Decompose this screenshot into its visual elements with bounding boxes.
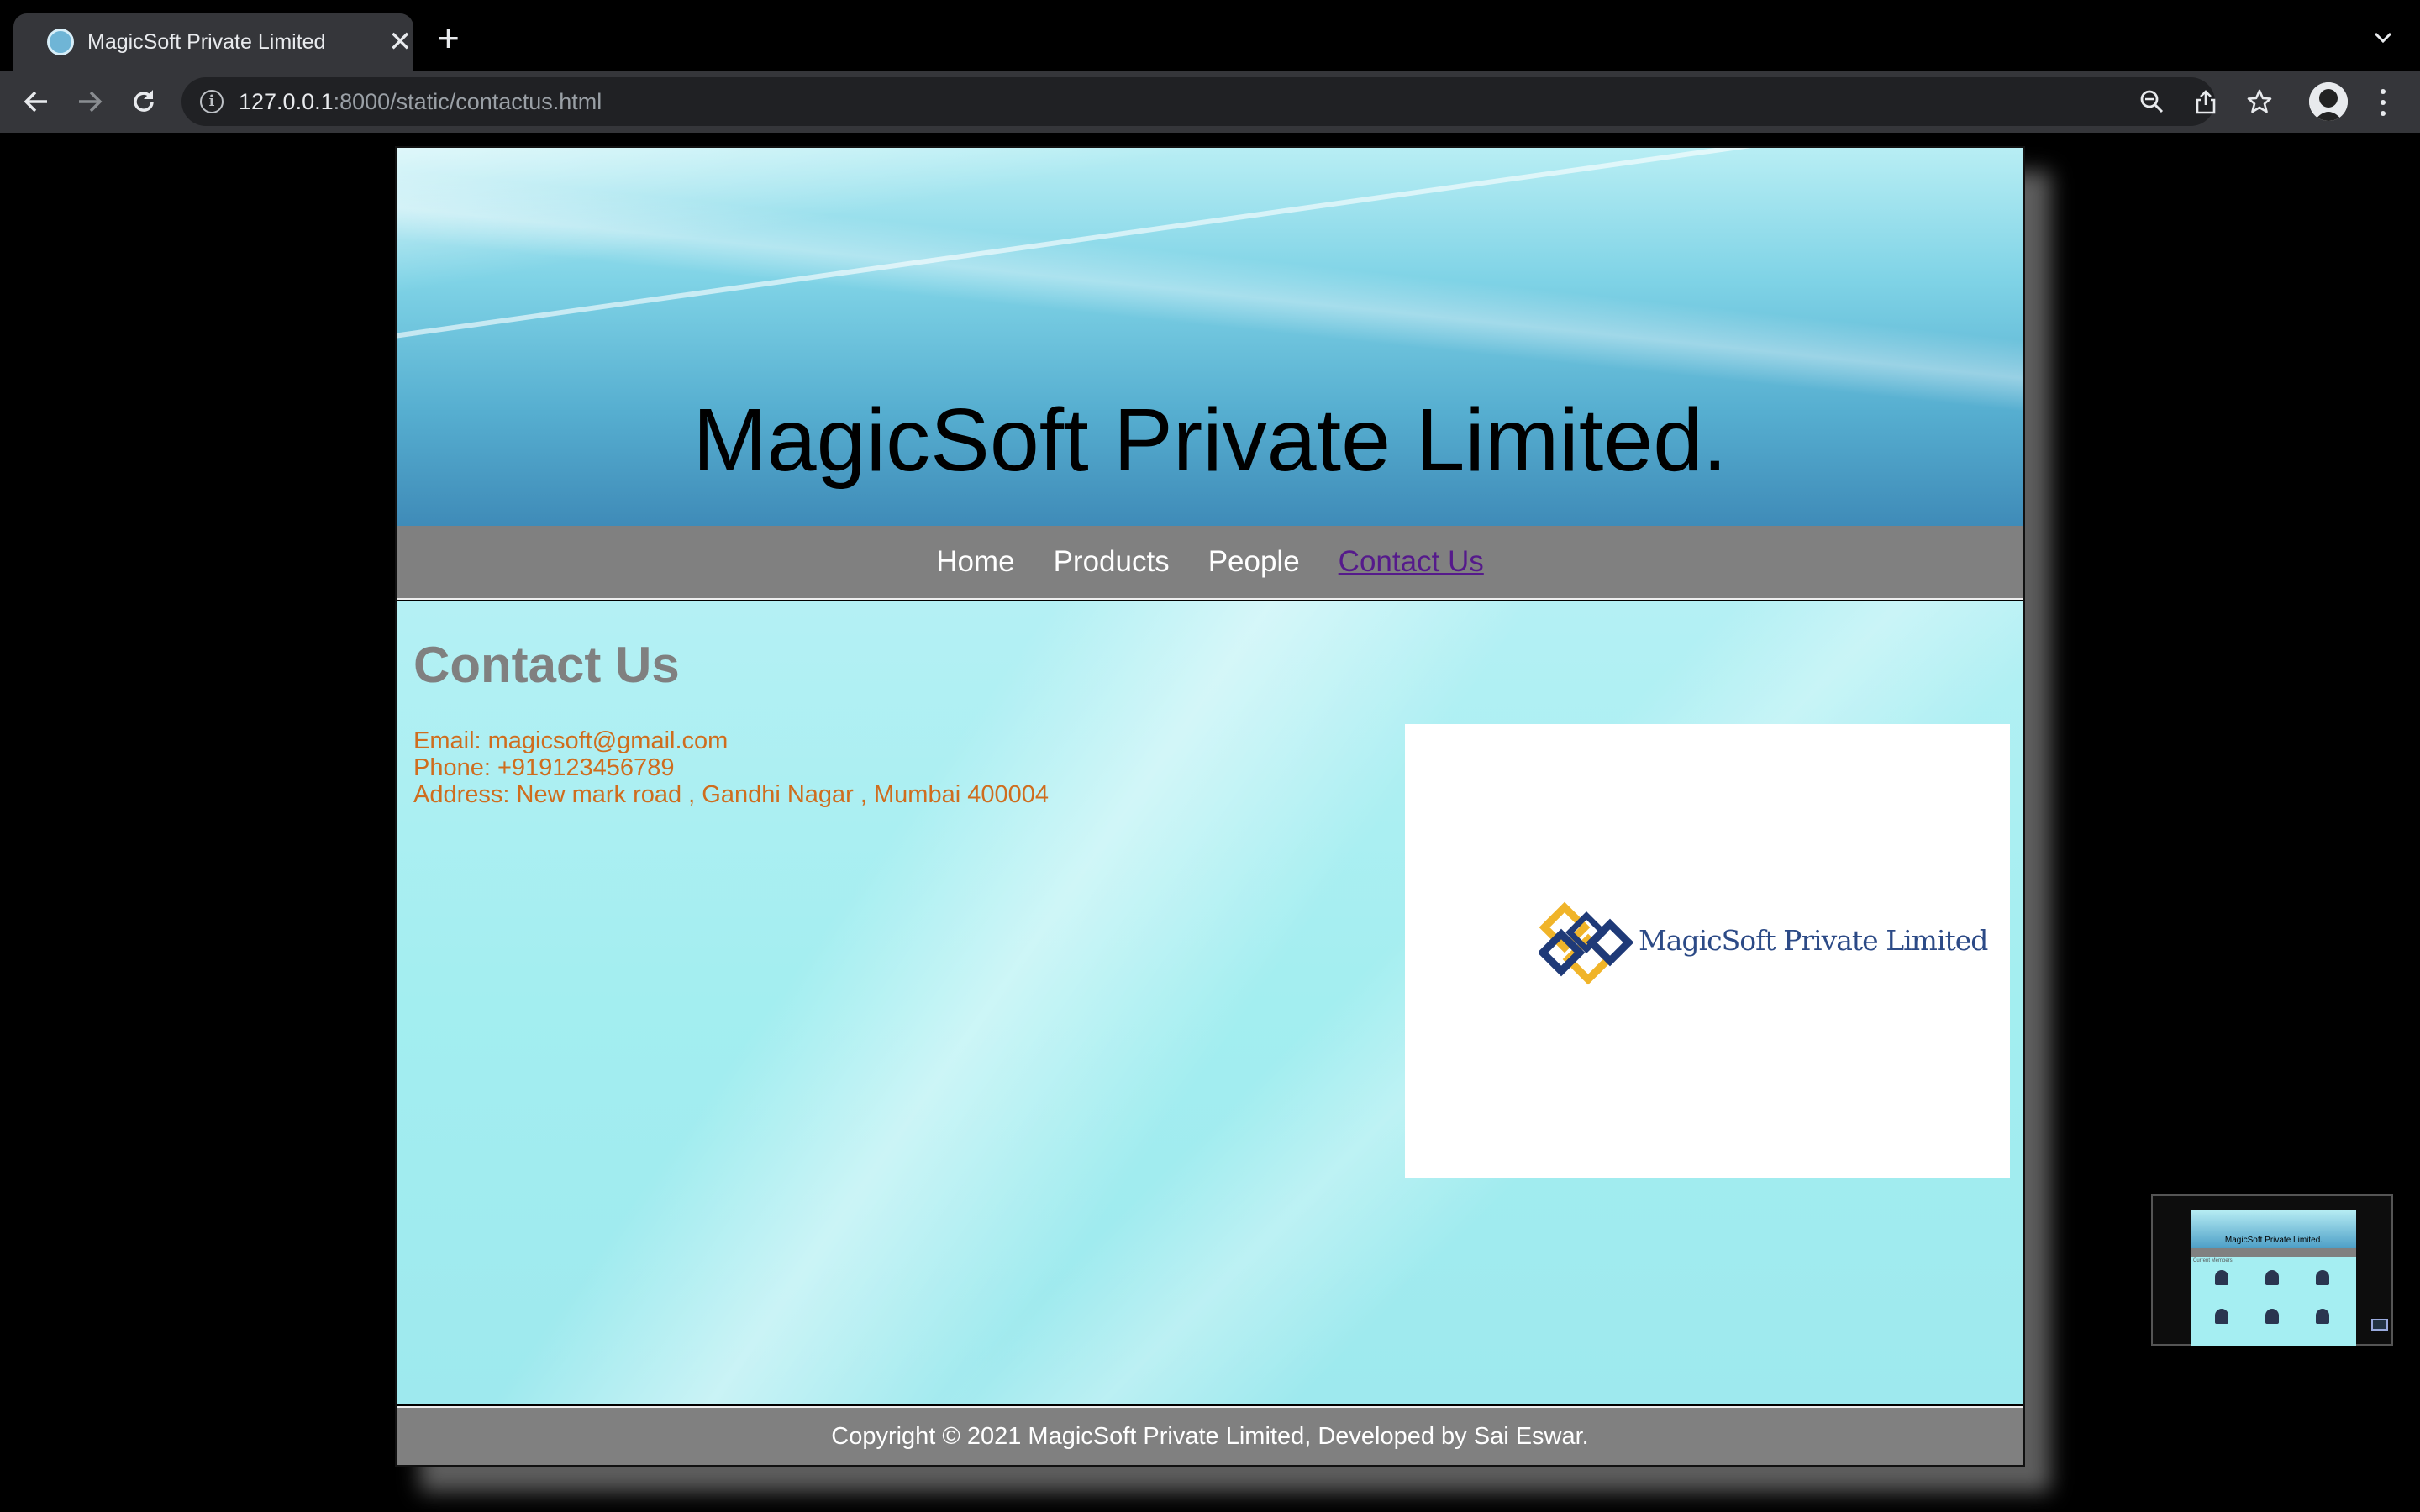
diamond-logo-icon xyxy=(1539,901,1634,985)
nav-link-products[interactable]: Products xyxy=(1054,545,1170,579)
url-text[interactable]: 127.0.0.1:8000/static/contactus.html xyxy=(239,88,602,115)
url-path: :8000/static/contactus.html xyxy=(333,89,602,114)
new-tab-button[interactable]: + xyxy=(437,18,460,57)
forward-arrow-icon xyxy=(79,91,103,113)
main-navigation: Home Products People Contact Us xyxy=(397,526,2023,600)
copyright-text: Copyright © 2021 MagicSoft Private Limit… xyxy=(831,1423,1589,1450)
browser-menu-icon[interactable] xyxy=(2371,86,2395,119)
pip-member-avatar xyxy=(2265,1309,2279,1324)
site-title: MagicSoft Private Limited. xyxy=(692,391,1728,490)
nav-link-contact-us[interactable]: Contact Us xyxy=(1339,545,1484,579)
site-footer: Copyright © 2021 MagicSoft Private Limit… xyxy=(397,1406,2023,1465)
site-info-icon[interactable]: i xyxy=(200,90,224,113)
page-viewport: MagicSoft Private Limited. Home Products… xyxy=(0,133,2420,1512)
tab-search-chevron-down-icon[interactable] xyxy=(2371,25,2395,49)
pip-section-label: Current Members xyxy=(2193,1258,2233,1263)
zoom-icon[interactable] xyxy=(2138,87,2166,116)
nav-link-home[interactable]: Home xyxy=(936,545,1014,579)
contact-content-section: Contact Us Email: magicsoft@gmail.com Ph… xyxy=(397,601,2023,1404)
pip-page-preview: MagicSoft Private Limited. Current Membe… xyxy=(2191,1210,2356,1346)
tab-strip: MagicSoft Private Limited ✕ + xyxy=(0,0,2420,71)
reload-icon xyxy=(134,90,154,112)
reload-button[interactable] xyxy=(124,82,163,121)
bookmark-star-icon[interactable] xyxy=(2245,87,2274,116)
site-container: MagicSoft Private Limited. Home Products… xyxy=(395,146,2025,1467)
nav-link-people[interactable]: People xyxy=(1208,545,1300,579)
back-arrow-icon xyxy=(24,91,47,113)
browser-toolbar: i 127.0.0.1:8000/static/contactus.html xyxy=(0,71,2420,133)
tab-title: MagicSoft Private Limited xyxy=(87,30,326,54)
contact-details: Email: magicsoft@gmail.com Phone: +91912… xyxy=(413,727,1049,808)
share-icon[interactable] xyxy=(2191,87,2220,116)
back-button[interactable] xyxy=(17,82,55,121)
pip-window-icon[interactable] xyxy=(2371,1319,2388,1331)
logo-company-name: MagicSoft Private Limited xyxy=(1639,924,1988,957)
pip-member-avatar xyxy=(2316,1270,2329,1285)
company-logo-image: MagicSoft Private Limited xyxy=(1405,724,2010,1178)
pip-member-avatar xyxy=(2215,1309,2228,1324)
page-heading: Contact Us xyxy=(413,637,680,693)
pip-member-avatar xyxy=(2316,1309,2329,1324)
close-tab-icon[interactable]: ✕ xyxy=(388,25,413,59)
forward-button[interactable] xyxy=(71,82,109,121)
browser-tab-active[interactable]: MagicSoft Private Limited ✕ xyxy=(13,13,413,71)
pip-title: MagicSoft Private Limited. xyxy=(2191,1210,2356,1248)
contact-phone: Phone: +919123456789 xyxy=(413,754,675,781)
site-favicon-icon xyxy=(47,29,74,55)
contact-address: Address: New mark road , Gandhi Nagar , … xyxy=(413,781,1049,808)
contact-email: Email: magicsoft@gmail.com xyxy=(413,727,729,754)
url-host: 127.0.0.1 xyxy=(239,89,334,114)
pip-member-avatar xyxy=(2265,1270,2279,1285)
site-header-banner: MagicSoft Private Limited. xyxy=(397,148,2023,526)
profile-picture-icon xyxy=(2309,82,2348,121)
profile-avatar[interactable] xyxy=(2309,82,2348,121)
picture-in-picture-thumbnail[interactable]: MagicSoft Private Limited. Current Membe… xyxy=(2151,1194,2393,1346)
pip-member-avatar xyxy=(2215,1270,2228,1285)
address-bar[interactable]: i 127.0.0.1:8000/static/contactus.html xyxy=(182,77,2272,126)
pip-nav-bar xyxy=(2191,1248,2356,1257)
